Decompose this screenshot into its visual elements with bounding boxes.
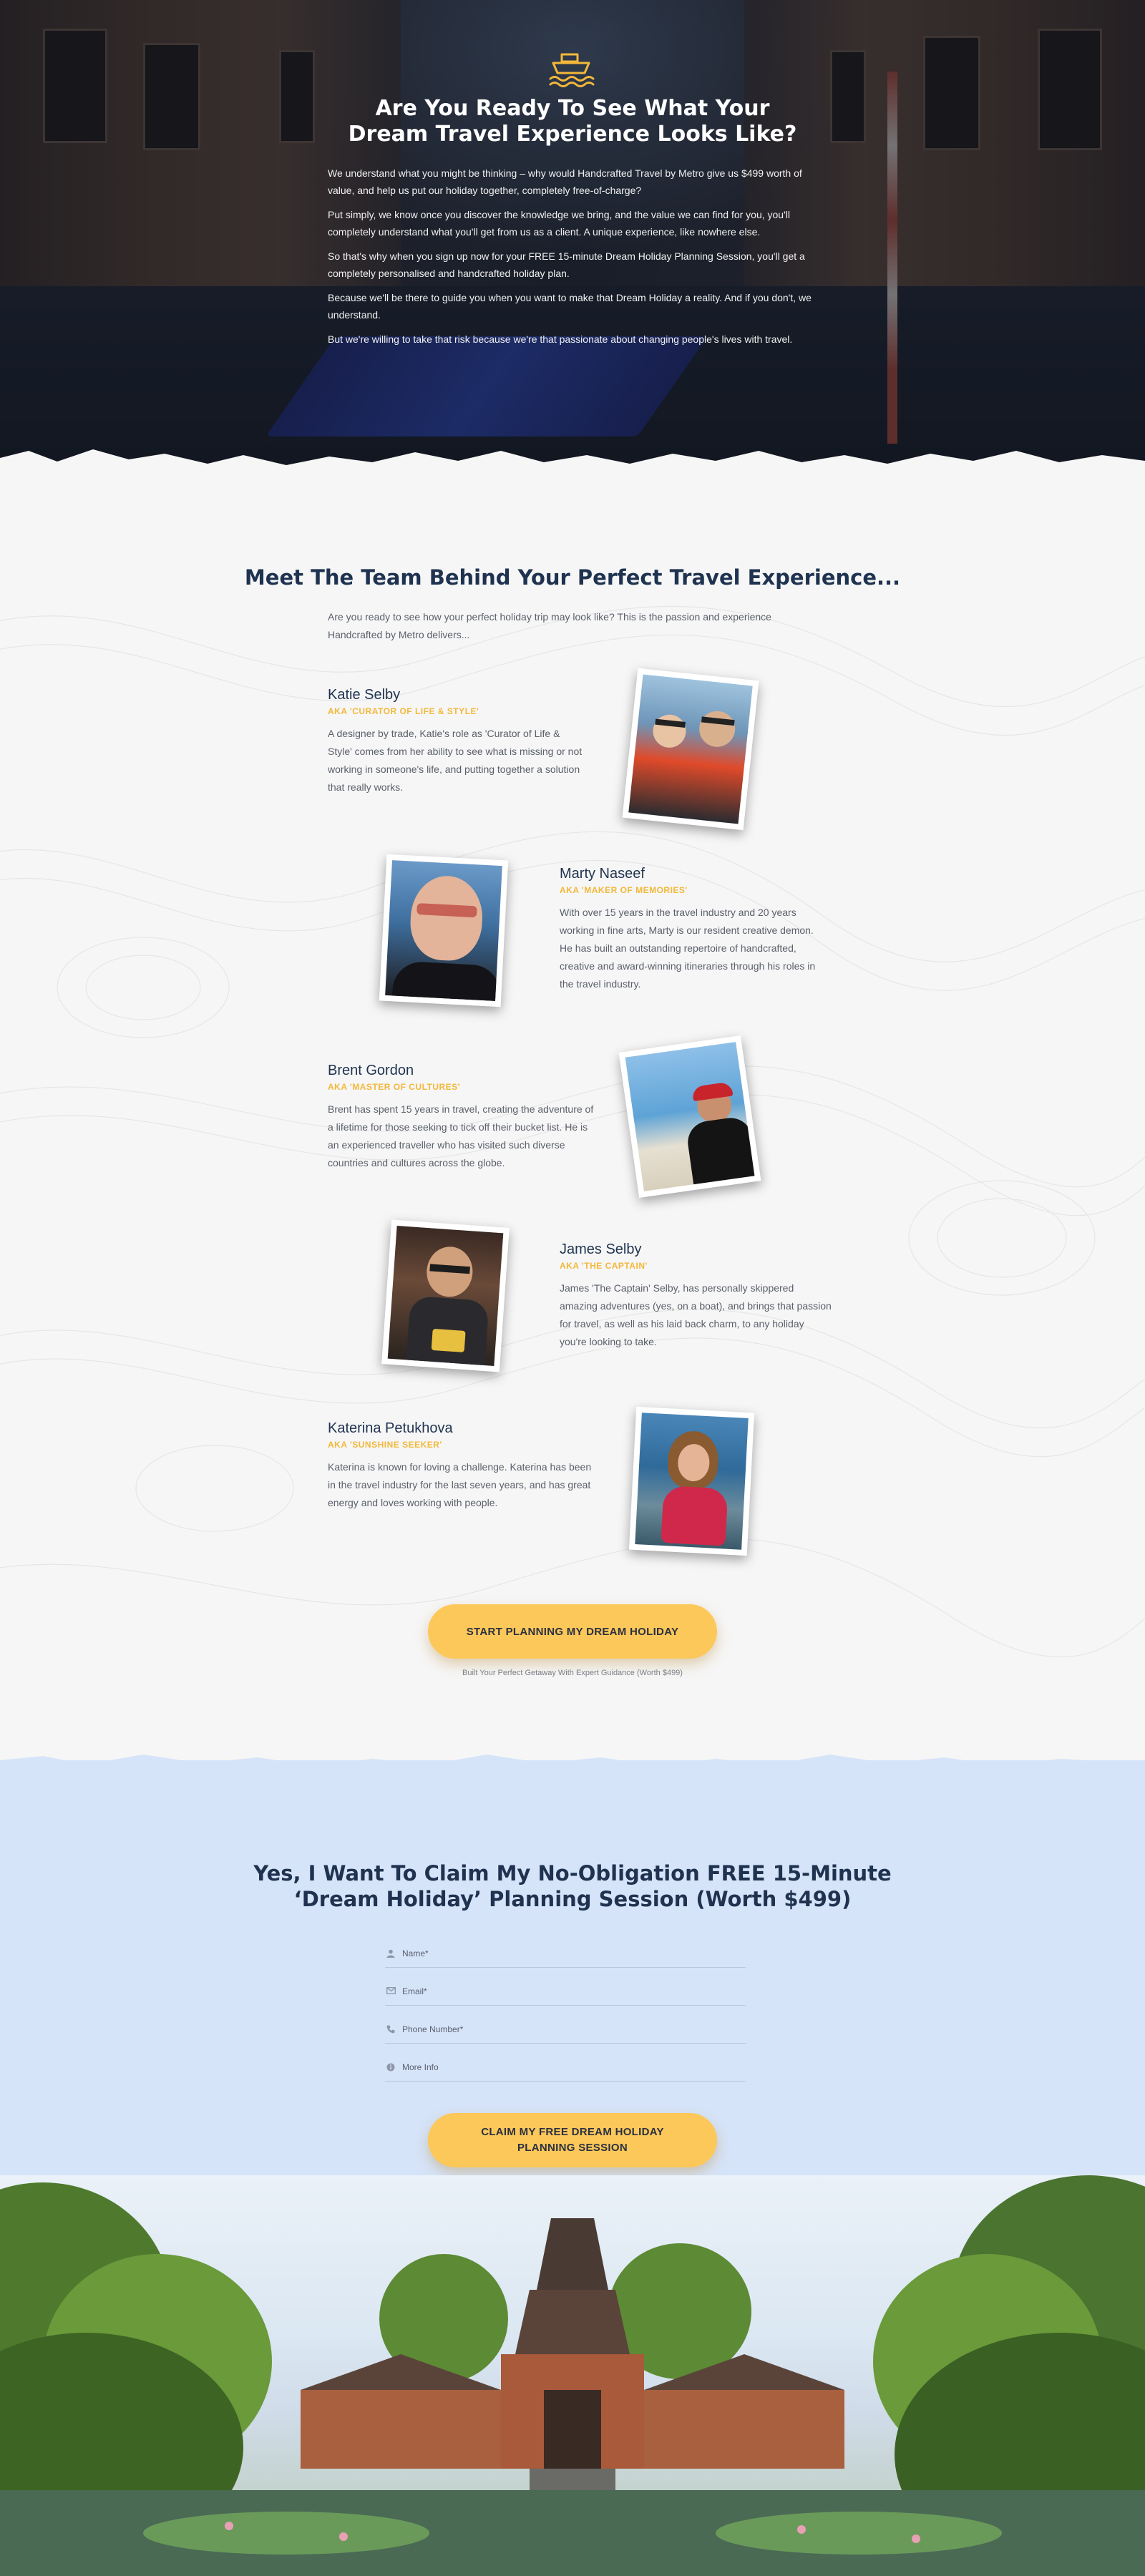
claim-button-line: CLAIM MY FREE DREAM HOLIDAY bbox=[481, 2126, 664, 2138]
member-photo bbox=[628, 1406, 755, 1556]
hero-title-line: Are You Ready To See What Your bbox=[375, 96, 770, 121]
hero-paragraph: Put simply, we know once you discover th… bbox=[328, 209, 790, 238]
info-icon bbox=[386, 2063, 395, 2072]
hero-paragraph: But we're willing to take that risk beca… bbox=[328, 333, 793, 345]
member-bio: James 'The Captain' Selby, has personall… bbox=[560, 1282, 832, 1347]
hero-paragraph: So that's why when you sign up now for y… bbox=[328, 250, 805, 279]
team-member-brent: Brent Gordon AKA 'MASTER OF CULTURES' Br… bbox=[328, 1063, 600, 1172]
claim-session-button[interactable]: CLAIM MY FREE DREAM HOLIDAY PLANNING SES… bbox=[428, 2113, 717, 2167]
team-intro: Are you ready to see how your perfect ho… bbox=[328, 611, 771, 640]
team-member-katerina: Katerina Petukhova AKA 'SUNSHINE SEEKER'… bbox=[328, 1420, 600, 1512]
hero-paragraph: We understand what you might be thinking… bbox=[328, 167, 802, 196]
team-section: Meet The Team Behind Your Perfect Travel… bbox=[0, 487, 1145, 1775]
team-member-james: James Selby AKA 'THE CAPTAIN' James 'The… bbox=[560, 1241, 832, 1351]
form-title: Yes, I Want To Claim My No-Obligation FR… bbox=[0, 1860, 1145, 1912]
mail-icon bbox=[386, 1987, 396, 1994]
member-photo bbox=[381, 1219, 510, 1372]
member-photo bbox=[622, 668, 759, 831]
more-info-field bbox=[385, 2053, 746, 2082]
member-aka: AKA 'MAKER OF MEMORIES' bbox=[560, 885, 688, 895]
claim-button-line: PLANNING SESSION bbox=[517, 2142, 628, 2154]
temple-footer-image bbox=[0, 2175, 1145, 2576]
member-bio: Katerina is known for loving a challenge… bbox=[328, 1461, 592, 1508]
member-aka: AKA 'THE CAPTAIN' bbox=[560, 1261, 648, 1271]
cta-subtext: Built Your Perfect Getaway With Expert G… bbox=[462, 1669, 683, 1677]
member-aka: AKA 'MASTER OF CULTURES' bbox=[328, 1082, 461, 1092]
member-photo bbox=[618, 1035, 761, 1198]
member-bio: Brent has spent 15 years in travel, crea… bbox=[328, 1103, 594, 1169]
member-photo bbox=[379, 854, 509, 1008]
member-name: Brent Gordon bbox=[328, 1063, 414, 1078]
email-input[interactable] bbox=[401, 1983, 737, 2000]
email-field bbox=[385, 1977, 746, 2006]
team-member-marty: Marty Naseef AKA 'MAKER OF MEMORIES' Wit… bbox=[560, 866, 824, 993]
claim-form-section: Yes, I Want To Claim My No-Obligation FR… bbox=[0, 1760, 1145, 2218]
form-title-line: Yes, I Want To Claim My No-Obligation FR… bbox=[253, 1861, 892, 1885]
temple-illustration bbox=[0, 2175, 1145, 2576]
user-icon bbox=[386, 1949, 395, 1958]
member-aka: AKA 'SUNSHINE SEEKER' bbox=[328, 1440, 442, 1450]
hero-title-line: Dream Travel Experience Looks Like? bbox=[348, 122, 797, 147]
team-member-katie: Katie Selby AKA 'CURATOR OF LIFE & STYLE… bbox=[328, 687, 585, 796]
name-field bbox=[385, 1939, 746, 1968]
name-input[interactable] bbox=[401, 1945, 737, 1962]
phone-field bbox=[385, 2015, 746, 2044]
member-name: James Selby bbox=[560, 1241, 642, 1257]
member-name: Katie Selby bbox=[328, 687, 401, 703]
member-name: Katerina Petukhova bbox=[328, 1420, 453, 1436]
phone-icon bbox=[386, 2025, 395, 2034]
team-title: Meet The Team Behind Your Perfect Travel… bbox=[244, 565, 901, 590]
hero-content: Are You Ready To See What Your Dream Tra… bbox=[328, 50, 817, 355]
member-bio: With over 15 years in the travel industr… bbox=[560, 907, 816, 990]
member-bio: A designer by trade, Katie's role as 'Cu… bbox=[328, 728, 583, 793]
ship-icon bbox=[549, 53, 595, 87]
hero-title: Are You Ready To See What Your Dream Tra… bbox=[328, 96, 817, 147]
member-aka: AKA 'CURATOR OF LIFE & STYLE' bbox=[328, 706, 479, 716]
hero-section: Are You Ready To See What Your Dream Tra… bbox=[0, 0, 1145, 487]
start-planning-button[interactable]: START PLANNING MY DREAM HOLIDAY bbox=[428, 1604, 717, 1659]
member-name: Marty Naseef bbox=[560, 866, 645, 882]
phone-input[interactable] bbox=[401, 2021, 737, 2038]
hero-paragraph: Because we'll be there to guide you when… bbox=[328, 292, 812, 321]
form-title-line: ‘Dream Holiday’ Planning Session (Worth … bbox=[293, 1887, 852, 1911]
more-info-input[interactable] bbox=[401, 2059, 737, 2076]
